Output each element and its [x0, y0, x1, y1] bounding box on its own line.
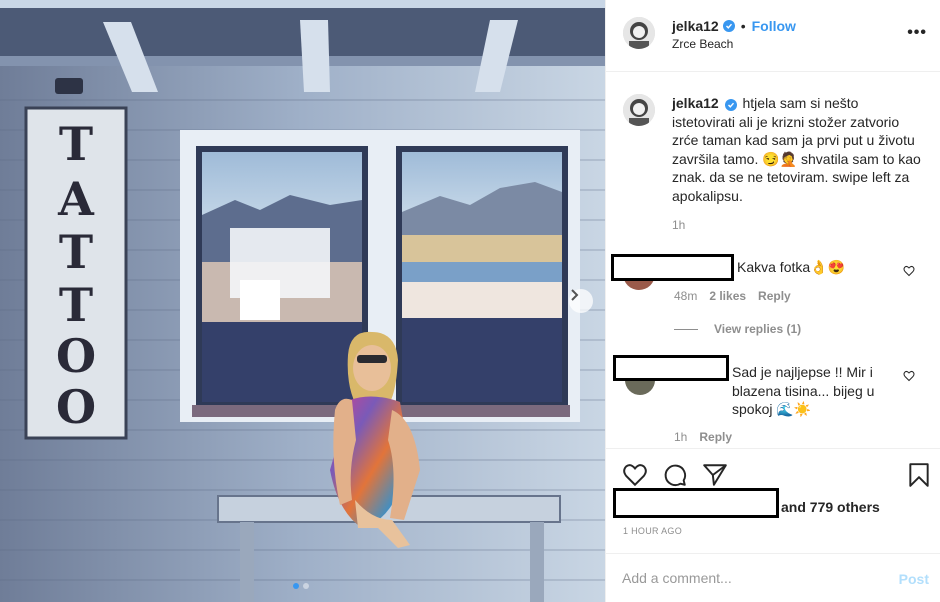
comment-input[interactable]	[622, 568, 872, 588]
sign-letter: T	[59, 225, 93, 279]
reply-button[interactable]: Reply	[758, 289, 791, 303]
likes-count[interactable]: and 779 others	[781, 499, 880, 515]
avatar[interactable]	[623, 17, 655, 49]
profile-photo-icon	[623, 17, 655, 49]
verified-badge-icon	[722, 20, 735, 32]
post-timestamp: 1 HOUR AGO	[623, 526, 683, 536]
bookmark-icon[interactable]	[906, 462, 932, 488]
comment-likes[interactable]: 2 likes	[709, 289, 746, 303]
comment-text: Kakva fotka👌😍	[737, 259, 846, 275]
sign-letter: T	[59, 117, 93, 171]
avatar[interactable]	[623, 94, 655, 126]
comment-meta: 1h Reply	[674, 430, 732, 444]
divider	[674, 328, 698, 330]
location-link[interactable]: Zrce Beach	[672, 37, 733, 51]
profile-photo-icon	[623, 94, 655, 126]
comment-bubble-icon[interactable]	[662, 462, 688, 488]
comment-text: Sad je najljepse !! Mir i blazena tisina…	[732, 364, 875, 417]
heart-icon[interactable]	[903, 265, 915, 277]
follow-button[interactable]: Follow	[752, 18, 796, 34]
caption-username[interactable]: jelka12	[672, 95, 719, 111]
reply-button[interactable]: Reply	[699, 430, 732, 444]
redacted-liker	[613, 488, 779, 518]
like-heart-icon[interactable]	[622, 462, 648, 488]
post-comment-button[interactable]: Post	[899, 571, 929, 587]
photo-illustration: T A T T O O	[0, 0, 605, 602]
sign-letter: O	[56, 329, 96, 383]
share-paper-plane-icon[interactable]	[702, 462, 728, 488]
sign-letter: O	[56, 380, 96, 434]
comment-meta: 48m 2 likes Reply	[674, 289, 791, 303]
redacted-username	[611, 254, 734, 281]
next-slide-button[interactable]	[569, 289, 593, 313]
more-options-icon[interactable]: •••	[907, 24, 927, 42]
slide-indicator	[293, 583, 309, 589]
sign-letter: T	[59, 278, 93, 332]
caption-text-block: jelka12 htjela sam si nešto istetovirati…	[672, 94, 922, 235]
slide-dot-active	[293, 583, 299, 589]
caption-body: htjela sam si nešto istetovirati ali je …	[672, 95, 921, 204]
slide-dot	[303, 583, 309, 589]
chevron-right-icon	[571, 289, 579, 301]
post-actions: and 779 others 1 HOUR AGO	[606, 448, 940, 548]
separator: •	[740, 18, 746, 34]
sign-letter: A	[57, 172, 95, 226]
comment-composer: Post	[606, 553, 940, 602]
verified-badge-icon	[724, 99, 737, 111]
comment-time: 1h	[674, 430, 688, 444]
comment-time: 48m	[674, 289, 698, 303]
redacted-username	[613, 355, 729, 381]
caption-time: 1h	[672, 218, 686, 232]
view-replies-button[interactable]: View replies (1)	[674, 322, 801, 336]
post-header: jelka12 • Follow Zrce Beach •••	[606, 0, 940, 72]
heart-icon[interactable]	[903, 370, 915, 382]
header-user-line: jelka12 • Follow	[672, 18, 796, 34]
post-side-panel: jelka12 • Follow Zrce Beach ••• jelka12 …	[605, 0, 940, 602]
view-replies-label: View replies (1)	[714, 322, 802, 336]
username-link[interactable]: jelka12	[672, 18, 719, 34]
post-photo[interactable]: T A T T O O	[0, 0, 605, 602]
